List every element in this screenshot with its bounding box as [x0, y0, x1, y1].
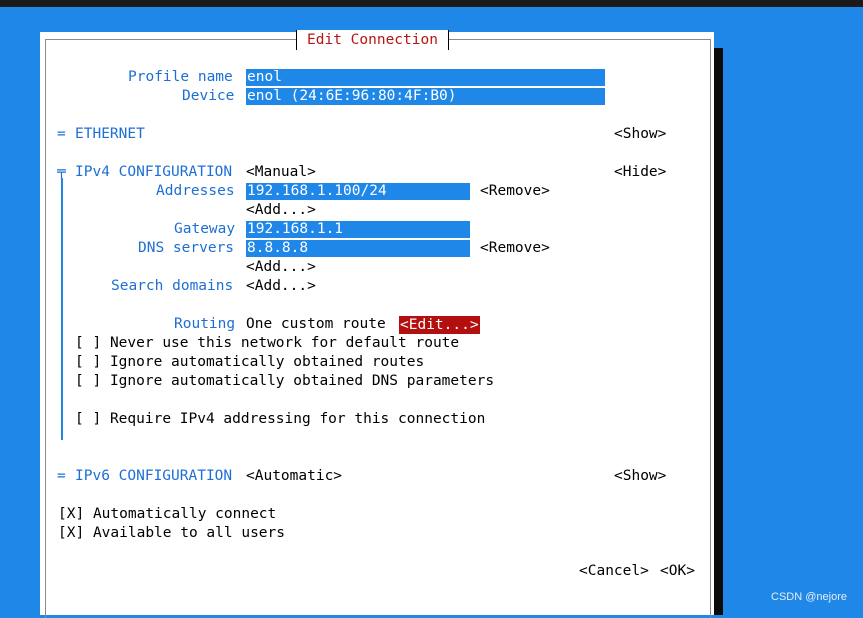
checkbox-mark: [ ]: [75, 354, 102, 370]
ethernet-marker: =: [57, 126, 66, 142]
checkbox-auto-connect[interactable]: [X] Automatically connect: [58, 505, 276, 524]
checkbox-label: Automatically connect: [92, 506, 277, 522]
gateway-label: Gateway: [174, 221, 236, 237]
dialog-shadow: [714, 48, 723, 615]
routing-edit-button[interactable]: <Edit...>: [399, 316, 480, 334]
checkbox-label: Never use this network for default route: [109, 335, 460, 351]
ok-button[interactable]: <OK>: [660, 562, 695, 581]
ipv4-section-label: IPv4 CONFIGURATION: [75, 164, 233, 180]
dialog-title: Edit Connection: [296, 30, 449, 50]
ipv4-section-bracket: [61, 178, 63, 440]
terminal-top-bar: [0, 0, 863, 7]
checkbox-mark: [X]: [58, 506, 85, 522]
checkbox-all-users[interactable]: [X] Available to all users: [58, 524, 285, 543]
checkbox-never-default[interactable]: [ ] Never use this network for default r…: [75, 334, 459, 353]
profile-name-field[interactable]: enol: [246, 69, 605, 87]
ipv4-mode-select[interactable]: <Manual>: [246, 163, 316, 182]
dns-add-button[interactable]: <Add...>: [246, 258, 316, 277]
checkbox-require-ipv4[interactable]: [ ] Require IPv4 addressing for this con…: [75, 410, 485, 429]
ipv4-hide-button[interactable]: <Hide>: [614, 163, 666, 182]
device-label: Device: [182, 88, 235, 104]
dns-remove-button[interactable]: <Remove>: [480, 239, 550, 258]
ethernet-section-label: ETHERNET: [75, 126, 145, 142]
watermark: CSDN @nejore: [771, 591, 847, 603]
edit-connection-dialog: Edit Connection Profile name enol Device…: [40, 30, 714, 618]
ipv6-show-button[interactable]: <Show>: [614, 467, 666, 486]
address-field[interactable]: 192.168.1.100/24: [246, 183, 470, 201]
address-remove-button[interactable]: <Remove>: [480, 182, 550, 201]
search-domains-label: Search domains: [111, 278, 234, 294]
routing-value: One custom route: [246, 316, 386, 332]
checkbox-label: Available to all users: [92, 525, 285, 541]
checkbox-ignore-dns[interactable]: [ ] Ignore automatically obtained DNS pa…: [75, 372, 494, 391]
dns-servers-label: DNS servers: [138, 240, 235, 256]
addresses-label: Addresses: [156, 183, 235, 199]
ipv6-marker: =: [57, 468, 66, 484]
checkbox-mark: [ ]: [75, 373, 102, 389]
cancel-button[interactable]: <Cancel>: [579, 562, 649, 581]
profile-name-value: enol: [247, 69, 282, 85]
gateway-value: 192.168.1.1: [247, 221, 344, 237]
ipv6-mode-select[interactable]: <Automatic>: [246, 467, 342, 486]
address-add-button[interactable]: <Add...>: [246, 201, 316, 220]
address-value: 192.168.1.100/24: [247, 183, 387, 199]
checkbox-label: Ignore automatically obtained DNS parame…: [109, 373, 495, 389]
routing-label: Routing: [174, 316, 236, 332]
checkbox-mark: [X]: [58, 525, 85, 541]
device-value: enol (24:6E:96:80:4F:B0): [247, 88, 457, 104]
checkbox-mark: [ ]: [75, 335, 102, 351]
gateway-field[interactable]: 192.168.1.1: [246, 221, 470, 239]
device-field[interactable]: enol (24:6E:96:80:4F:B0): [246, 88, 605, 106]
ipv6-section-label: IPv6 CONFIGURATION: [75, 468, 233, 484]
dns-server-value: 8.8.8.8: [247, 240, 309, 256]
search-domains-add-button[interactable]: <Add...>: [246, 277, 316, 296]
checkbox-mark: [ ]: [75, 411, 102, 427]
checkbox-label: Require IPv4 addressing for this connect…: [109, 411, 486, 427]
checkbox-label: Ignore automatically obtained routes: [109, 354, 425, 370]
checkbox-ignore-routes[interactable]: [ ] Ignore automatically obtained routes: [75, 353, 424, 372]
dns-server-field[interactable]: 8.8.8.8: [246, 240, 470, 258]
profile-name-label: Profile name: [128, 69, 233, 85]
ethernet-show-button[interactable]: <Show>: [614, 125, 666, 144]
